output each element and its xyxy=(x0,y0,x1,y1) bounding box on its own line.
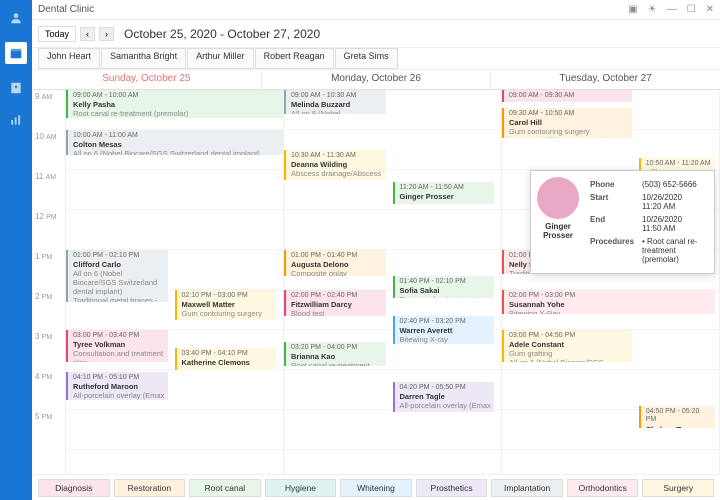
appointment[interactable]: 02:40 PM - 03:20 PMWarren AverettBitewin… xyxy=(393,316,495,344)
appointment[interactable]: 04:20 PM - 05:50 PMDarren TagleAll-porce… xyxy=(393,382,495,412)
staff-tab[interactable]: Greta Sims xyxy=(335,48,398,69)
legend-item[interactable]: Orthodontics xyxy=(567,479,639,497)
staff-tab[interactable]: John Heart xyxy=(38,48,100,69)
time-column: 9 AM10 AM11 AM12 PM1 PM2 PM3 PM4 PM5 PM xyxy=(32,90,66,474)
legend-item[interactable]: Hygiene xyxy=(265,479,337,497)
contact-icon[interactable] xyxy=(8,80,24,96)
legend-item[interactable]: Whitening xyxy=(340,479,412,497)
nav-sidebar xyxy=(0,0,32,500)
legend-item[interactable]: Prosthetics xyxy=(416,479,488,497)
staff-tab[interactable]: Arthur Miller xyxy=(187,48,254,69)
avatar xyxy=(537,177,579,219)
title-bar: Dental Clinic ▣ ☀ — ☐ ✕ xyxy=(32,0,720,20)
appointment[interactable]: 10:00 AM - 11:00 AMColton MesasAll on 6 … xyxy=(66,130,283,155)
appointment[interactable]: 09:00 AM - 09:30 AM xyxy=(502,90,632,102)
legend-item[interactable]: Implantation xyxy=(491,479,563,497)
appointment[interactable]: 04:50 PM - 05:20 PMChelsey ToyComposite … xyxy=(639,406,715,428)
appointment[interactable]: 10:30 AM - 11:30 AMDeanna WildingAbscess… xyxy=(284,150,386,180)
appointment[interactable]: 04:10 PM - 05:10 PMRutheford MaroonAll-p… xyxy=(66,372,168,400)
legend-bar: DiagnosisRestorationRoot canalHygieneWhi… xyxy=(32,474,720,500)
calendar-icon[interactable] xyxy=(5,42,27,64)
appointment[interactable]: 09:30 AM - 10:50 AMCarol HillGum contour… xyxy=(502,108,632,138)
prev-button[interactable]: ‹ xyxy=(80,27,95,41)
app-title: Dental Clinic xyxy=(38,4,94,15)
day-column-sun[interactable]: 09:00 AM - 10:00 AMKelly PashaRoot canal… xyxy=(66,90,284,474)
minimize-icon[interactable]: — xyxy=(667,4,677,15)
date-range: October 25, 2020 - October 27, 2020 xyxy=(124,27,320,41)
appointment[interactable]: 03:40 PM - 04:10 PMKatherine Clemons xyxy=(175,348,277,370)
appointment[interactable]: 11:20 AM - 11:50 AMGinger Prosser xyxy=(393,182,495,204)
appointment[interactable]: 02:10 PM - 03:00 PMMaxwell MatterGum con… xyxy=(175,290,277,320)
appointment[interactable]: 03:00 PM - 04:50 PMAdele ConstantGum gra… xyxy=(502,330,632,362)
day-column-mon[interactable]: 09:00 AM - 10:30 AMMelinda BuzzardAll on… xyxy=(284,90,502,474)
close-icon[interactable]: ✕ xyxy=(706,4,714,15)
tooltip-name: Ginger Prosser xyxy=(537,222,579,240)
date-toolbar: Today ‹ › October 25, 2020 - October 27,… xyxy=(32,20,720,48)
legend-item[interactable]: Surgery xyxy=(642,479,714,497)
maximize-icon[interactable]: ☐ xyxy=(687,4,696,15)
day-column-tue[interactable]: Ginger Prosser Phone(503) 652-5666 Start… xyxy=(502,90,720,474)
appointment[interactable]: 09:00 AM - 10:30 AMMelinda BuzzardAll on… xyxy=(284,90,386,114)
appointment[interactable]: 09:00 AM - 10:00 AMKelly PashaRoot canal… xyxy=(66,90,283,118)
appointment[interactable]: 01:40 PM - 02:10 PMSofia SakaiRoot canal… xyxy=(393,276,495,298)
day-header: Monday, October 26 xyxy=(262,70,492,89)
legend-item[interactable]: Restoration xyxy=(114,479,186,497)
legend-item[interactable]: Root canal xyxy=(189,479,261,497)
appointment[interactable]: 02:00 PM - 02:40 PMFitzwilliam DarcyBloo… xyxy=(284,290,386,316)
toggle-icon[interactable]: ▣ xyxy=(628,4,637,15)
stats-icon[interactable] xyxy=(8,112,24,128)
day-header: Sunday, October 25 xyxy=(32,70,262,89)
appointment-tooltip: Ginger Prosser Phone(503) 652-5666 Start… xyxy=(530,170,715,274)
appointment[interactable]: 03:20 PM - 04:00 PMBrianna KaoRoot canal… xyxy=(284,342,386,366)
day-header: Tuesday, October 27 xyxy=(491,70,720,89)
staff-tab[interactable]: Robert Reagan xyxy=(255,48,334,69)
staff-tabs: John HeartSamantha BrightArthur MillerRo… xyxy=(32,48,720,70)
appointment[interactable]: 03:00 PM - 03:40 PMTyree VolkmanConsulta… xyxy=(66,330,168,362)
today-button[interactable]: Today xyxy=(38,26,76,42)
staff-tab[interactable]: Samantha Bright xyxy=(101,48,186,69)
appointment[interactable]: 01:00 PM - 02:10 PMClifford CarloAll on … xyxy=(66,250,168,302)
theme-icon[interactable]: ☀ xyxy=(648,4,657,15)
day-header-row: Sunday, October 25 Monday, October 26 Tu… xyxy=(32,70,720,90)
user-icon[interactable] xyxy=(8,10,24,26)
legend-item[interactable]: Diagnosis xyxy=(38,479,110,497)
appointment[interactable]: 02:00 PM - 03:00 PMSusannah YoheBitewing… xyxy=(502,290,715,314)
appointment[interactable]: 01:00 PM - 01:40 PMAugusta DelonoComposi… xyxy=(284,250,386,276)
next-button[interactable]: › xyxy=(99,27,114,41)
